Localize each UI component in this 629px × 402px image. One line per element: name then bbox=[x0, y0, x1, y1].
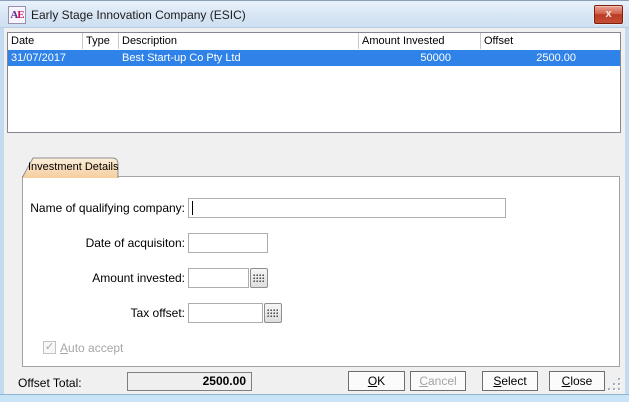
column-header-date[interactable]: Date bbox=[8, 33, 83, 49]
date-of-acquisition-label: Date of acquisiton: bbox=[25, 236, 185, 250]
window-border-bottom bbox=[0, 394, 629, 402]
tax-offset-input[interactable] bbox=[188, 303, 263, 323]
cancel-button: Cancel bbox=[410, 371, 466, 391]
checkmark-icon: ✓ bbox=[45, 341, 54, 353]
app-icon-ae: AE bbox=[8, 6, 26, 24]
close-icon: x bbox=[605, 8, 611, 20]
app-icon-letter-e: E bbox=[17, 9, 23, 21]
column-header-amount-invested[interactable]: Amount Invested bbox=[359, 33, 481, 49]
offset-total-label: Offset Total: bbox=[18, 376, 82, 390]
date-of-acquisition-input[interactable] bbox=[188, 233, 268, 253]
column-header-description[interactable]: Description bbox=[119, 33, 359, 49]
close-window-button[interactable]: x bbox=[594, 5, 623, 24]
titlebar[interactable]: AE Early Stage Innovation Company (ESIC)… bbox=[0, 0, 629, 28]
table-row[interactable]: 31/07/2017 Best Start-up Co Pty Ltd 5000… bbox=[8, 50, 620, 66]
table-header: Date Type Description Amount Invested Of… bbox=[8, 33, 620, 50]
offset-total-value: 2500.00 bbox=[127, 372, 252, 391]
name-of-qualifying-company-input[interactable] bbox=[188, 198, 506, 218]
column-header-type[interactable]: Type bbox=[83, 33, 119, 49]
cell-date: 31/07/2017 bbox=[11, 50, 83, 66]
window-border-right bbox=[625, 28, 629, 394]
cell-amount-invested: 50000 bbox=[359, 50, 451, 66]
cell-offset: 2500.00 bbox=[481, 50, 576, 66]
column-header-offset[interactable]: Offset bbox=[481, 33, 620, 49]
auto-accept-label: Auto accept bbox=[60, 341, 123, 355]
close-button[interactable]: Close bbox=[549, 371, 605, 391]
tax-offset-calculator-button[interactable] bbox=[264, 303, 282, 323]
calculator-keypad-icon bbox=[267, 309, 279, 318]
tax-offset-label: Tax offset: bbox=[25, 306, 185, 320]
tab-investment-details[interactable]: Investment Details bbox=[28, 161, 118, 173]
window-border-left bbox=[0, 28, 4, 394]
calculator-keypad-icon bbox=[253, 274, 265, 283]
cell-type bbox=[86, 50, 119, 66]
investments-table: Date Type Description Amount Invested Of… bbox=[7, 32, 621, 133]
amount-invested-input[interactable] bbox=[188, 268, 249, 288]
ok-button[interactable]: OK bbox=[348, 371, 405, 391]
cell-description: Best Start-up Co Pty Ltd bbox=[122, 50, 357, 66]
auto-accept-checkbox: ✓ bbox=[43, 341, 56, 354]
window-title: Early Stage Innovation Company (ESIC) bbox=[31, 8, 246, 22]
resize-grip[interactable] bbox=[608, 378, 622, 392]
esic-dialog: AE Early Stage Innovation Company (ESIC)… bbox=[0, 0, 629, 402]
name-of-qualifying-company-label: Name of qualifying company: bbox=[25, 201, 185, 215]
amount-invested-calculator-button[interactable] bbox=[250, 268, 268, 288]
amount-invested-label: Amount invested: bbox=[25, 271, 185, 285]
text-caret bbox=[192, 201, 193, 215]
select-button[interactable]: Select bbox=[482, 371, 538, 391]
